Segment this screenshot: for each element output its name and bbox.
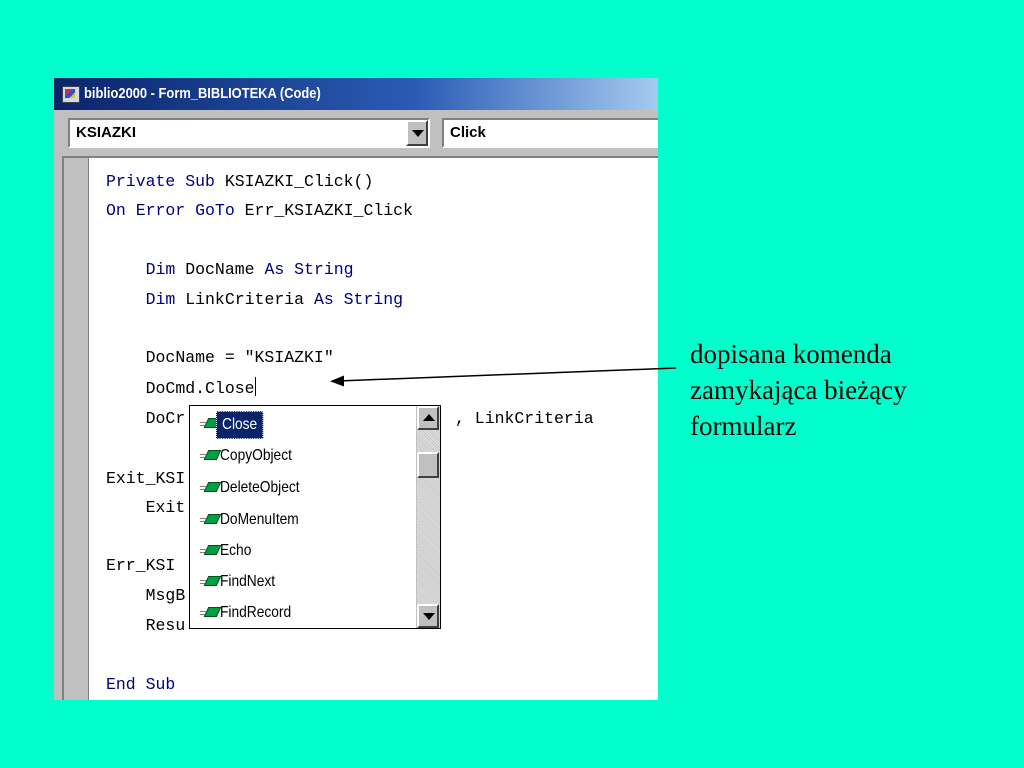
code-keyword: Dim — [145, 290, 176, 309]
list-item[interactable]: DoMenuItem — [190, 504, 420, 535]
code-line[interactable]: DocName = "KSIAZKI" — [106, 345, 334, 371]
code-text: DocName — [175, 260, 265, 279]
code-line[interactable]: End Sub — [106, 672, 175, 698]
text-caret — [254, 377, 256, 396]
code-line[interactable]: Exit_KSI — [106, 466, 185, 492]
method-icon — [200, 607, 222, 619]
code-text: Exit_KSI — [106, 469, 186, 488]
code-line[interactable]: Resu — [106, 613, 186, 639]
window-title: biblio2000 - Form_BIBLIOTEKA (Code) — [84, 85, 321, 102]
code-text: Err_KSI — [106, 556, 176, 575]
annotation-text: dopisana komenda zamykająca bieżący form… — [690, 336, 1010, 444]
object-combo[interactable]: KSIAZKI — [68, 118, 430, 148]
code-text: Err_KSIAZKI_Click — [234, 201, 413, 220]
code-line[interactable]: On Error GoTo Err_KSIAZKI_Click — [106, 198, 413, 224]
procedure-combo-value: Click — [450, 124, 486, 141]
list-item[interactable]: DeleteObject — [190, 472, 420, 503]
method-icon — [200, 514, 222, 526]
object-combo-dropdown-button[interactable] — [406, 120, 428, 146]
code-line-tail[interactable]: , LinkCriteria — [455, 406, 594, 432]
code-keyword: Dim — [145, 260, 176, 279]
code-text: DoCr — [145, 409, 186, 428]
arrow-up-icon — [423, 414, 435, 421]
code-text: Exit — [145, 498, 186, 517]
method-icon — [200, 576, 222, 588]
code-line[interactable]: MsgB — [106, 583, 186, 609]
margin-indicator-bar[interactable] — [64, 158, 89, 700]
list-item-label: FindNext — [220, 573, 276, 590]
list-item-label: Close — [216, 411, 264, 439]
auto-list-members[interactable]: Close CopyObject DeleteObject DoMenuItem… — [189, 405, 441, 629]
code-keyword: As String — [264, 260, 354, 279]
code-line[interactable]: Private Sub KSIAZKI_Click() — [106, 169, 373, 195]
list-scrollbar[interactable] — [416, 406, 440, 628]
code-text: , LinkCriteria — [455, 409, 594, 428]
method-icon — [200, 482, 222, 494]
list-item-label: Echo — [220, 542, 252, 559]
list-item-label: DoMenuItem — [220, 511, 299, 528]
code-text: KSIAZKI_Click() — [214, 172, 374, 191]
method-icon — [200, 450, 222, 462]
code-text: MsgB — [145, 586, 186, 605]
list-item[interactable]: Close — [190, 408, 420, 439]
list-item-label: CopyObject — [220, 447, 292, 464]
list-item-label: DeleteObject — [220, 479, 300, 496]
scroll-thumb[interactable] — [417, 452, 439, 478]
combo-toolbar: KSIAZKI Click — [54, 110, 658, 156]
code-keyword: Private Sub — [106, 172, 215, 191]
code-line[interactable]: Exit — [106, 495, 186, 521]
list-item-label: FindRecord — [220, 604, 292, 621]
code-line[interactable]: DoCr — [106, 406, 186, 432]
access-app-icon — [62, 86, 80, 103]
chevron-down-icon — [412, 130, 424, 137]
code-text: DocName = "KSIAZKI" — [145, 348, 334, 367]
list-item[interactable]: FindNext — [190, 566, 420, 597]
method-icon — [200, 545, 222, 557]
code-keyword: End Sub — [106, 675, 176, 694]
code-line[interactable]: Dim DocName As String — [106, 257, 354, 283]
arrow-down-icon — [423, 613, 435, 620]
annotation-line: dopisana komenda — [690, 339, 892, 369]
procedure-combo[interactable]: Click — [442, 118, 658, 148]
object-combo-value: KSIAZKI — [76, 124, 136, 141]
list-item[interactable]: FindRecord — [190, 597, 420, 628]
list-item[interactable]: CopyObject — [190, 440, 420, 471]
code-text: LinkCriteria — [175, 290, 314, 309]
code-line[interactable]: Dim LinkCriteria As String — [106, 287, 403, 313]
code-keyword: As String — [313, 290, 404, 309]
annotation-line: zamykająca bieżący — [690, 375, 907, 405]
code-text: DoCmd.Close — [145, 379, 255, 398]
annotation-line: formularz — [690, 411, 797, 441]
code-line[interactable]: Err_KSI — [106, 553, 175, 579]
scroll-down-button[interactable] — [417, 604, 439, 628]
code-text: Resu — [145, 616, 186, 635]
list-item[interactable]: Echo — [190, 535, 420, 566]
title-bar[interactable]: biblio2000 - Form_BIBLIOTEKA (Code) — [54, 78, 658, 110]
code-keyword: On Error GoTo — [106, 201, 235, 220]
scroll-up-button[interactable] — [417, 406, 439, 430]
code-line-current[interactable]: DoCmd.Close — [106, 376, 256, 402]
